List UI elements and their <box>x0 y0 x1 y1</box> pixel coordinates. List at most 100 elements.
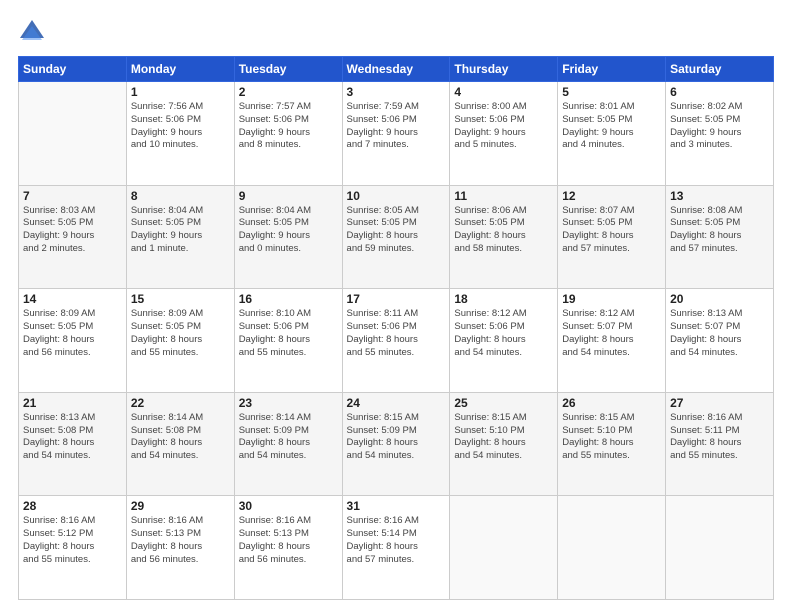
day-number: 19 <box>562 292 661 306</box>
day-info: Sunrise: 7:59 AM Sunset: 5:06 PM Dayligh… <box>347 101 446 152</box>
day-info: Sunrise: 7:56 AM Sunset: 5:06 PM Dayligh… <box>131 101 230 152</box>
calendar-cell: 21 Sunrise: 8:13 AM Sunset: 5:08 PM Dayli… <box>19 392 127 496</box>
day-number: 23 <box>239 396 338 410</box>
day-info: Sunrise: 8:02 AM Sunset: 5:05 PM Dayligh… <box>670 101 769 152</box>
day-number: 28 <box>23 499 122 513</box>
calendar-week-row: 1 Sunrise: 7:56 AM Sunset: 5:06 PM Daylig… <box>19 82 774 186</box>
calendar-cell: 22Sunrise: 8:14 AM Sunset: 5:08 PM Dayli… <box>126 392 234 496</box>
calendar-cell: 25Sunrise: 8:15 AM Sunset: 5:10 PM Dayli… <box>450 392 558 496</box>
day-number: 18 <box>454 292 553 306</box>
calendar-table: SundayMondayTuesdayWednesdayThursdayFrid… <box>18 56 774 600</box>
day-number: 24 <box>347 396 446 410</box>
day-info: Sunrise: 8:16 AM Sunset: 5:11 PM Dayligh… <box>670 412 769 463</box>
day-info: Sunrise: 8:09 AM Sunset: 5:05 PM Dayligh… <box>131 308 230 359</box>
header <box>18 18 774 46</box>
calendar-week-row: 21 Sunrise: 8:13 AM Sunset: 5:08 PM Dayli… <box>19 392 774 496</box>
day-number: 4 <box>454 85 553 99</box>
day-number: 12 <box>562 189 661 203</box>
calendar-cell: 23 Sunrise: 8:14 AM Sunset: 5:09 PM Dayli… <box>234 392 342 496</box>
day-info: Sunrise: 8:07 AM Sunset: 5:05 PM Dayligh… <box>562 205 661 256</box>
calendar-cell <box>450 496 558 600</box>
day-info: Sunrise: 8:14 AM Sunset: 5:08 PM Dayligh… <box>131 412 230 463</box>
calendar-header-sunday: Sunday <box>19 57 127 82</box>
calendar-cell: 31 Sunrise: 8:16 AM Sunset: 5:14 PM Dayli… <box>342 496 450 600</box>
day-info: Sunrise: 8:15 AM Sunset: 5:10 PM Dayligh… <box>454 412 553 463</box>
day-number: 2 <box>239 85 338 99</box>
calendar-cell <box>558 496 666 600</box>
day-info: Sunrise: 8:01 AM Sunset: 5:05 PM Dayligh… <box>562 101 661 152</box>
calendar-cell: 10 Sunrise: 8:05 AM Sunset: 5:05 PM Dayli… <box>342 185 450 289</box>
day-info: Sunrise: 8:16 AM Sunset: 5:14 PM Dayligh… <box>347 515 446 566</box>
day-number: 31 <box>347 499 446 513</box>
day-info: Sunrise: 8:16 AM Sunset: 5:12 PM Dayligh… <box>23 515 122 566</box>
calendar-header-tuesday: Tuesday <box>234 57 342 82</box>
calendar-cell: 27 Sunrise: 8:16 AM Sunset: 5:11 PM Dayli… <box>666 392 774 496</box>
page: SundayMondayTuesdayWednesdayThursdayFrid… <box>0 0 792 612</box>
day-info: Sunrise: 8:04 AM Sunset: 5:05 PM Dayligh… <box>239 205 338 256</box>
day-number: 6 <box>670 85 769 99</box>
day-number: 26 <box>562 396 661 410</box>
day-info: Sunrise: 8:03 AM Sunset: 5:05 PM Dayligh… <box>23 205 122 256</box>
day-number: 21 <box>23 396 122 410</box>
day-info: Sunrise: 8:00 AM Sunset: 5:06 PM Dayligh… <box>454 101 553 152</box>
calendar-cell: 11Sunrise: 8:06 AM Sunset: 5:05 PM Dayli… <box>450 185 558 289</box>
day-number: 5 <box>562 85 661 99</box>
day-info: Sunrise: 8:08 AM Sunset: 5:05 PM Dayligh… <box>670 205 769 256</box>
day-number: 1 <box>131 85 230 99</box>
day-info: Sunrise: 8:16 AM Sunset: 5:13 PM Dayligh… <box>131 515 230 566</box>
calendar-cell: 28 Sunrise: 8:16 AM Sunset: 5:12 PM Dayli… <box>19 496 127 600</box>
day-info: Sunrise: 8:11 AM Sunset: 5:06 PM Dayligh… <box>347 308 446 359</box>
day-number: 16 <box>239 292 338 306</box>
day-info: Sunrise: 8:13 AM Sunset: 5:07 PM Dayligh… <box>670 308 769 359</box>
day-info: Sunrise: 8:15 AM Sunset: 5:09 PM Dayligh… <box>347 412 446 463</box>
calendar-cell: 8 Sunrise: 8:04 AM Sunset: 5:05 PM Daylig… <box>126 185 234 289</box>
calendar-cell: 20 Sunrise: 8:13 AM Sunset: 5:07 PM Dayli… <box>666 289 774 393</box>
calendar-header-wednesday: Wednesday <box>342 57 450 82</box>
calendar-cell: 29Sunrise: 8:16 AM Sunset: 5:13 PM Dayli… <box>126 496 234 600</box>
day-info: Sunrise: 8:05 AM Sunset: 5:05 PM Dayligh… <box>347 205 446 256</box>
calendar-week-row: 28 Sunrise: 8:16 AM Sunset: 5:12 PM Dayli… <box>19 496 774 600</box>
day-info: Sunrise: 8:13 AM Sunset: 5:08 PM Dayligh… <box>23 412 122 463</box>
day-info: Sunrise: 8:09 AM Sunset: 5:05 PM Dayligh… <box>23 308 122 359</box>
calendar-week-row: 7 Sunrise: 8:03 AM Sunset: 5:05 PM Daylig… <box>19 185 774 289</box>
calendar-cell: 12 Sunrise: 8:07 AM Sunset: 5:05 PM Dayli… <box>558 185 666 289</box>
calendar-cell: 16 Sunrise: 8:10 AM Sunset: 5:06 PM Dayli… <box>234 289 342 393</box>
day-info: Sunrise: 8:06 AM Sunset: 5:05 PM Dayligh… <box>454 205 553 256</box>
day-number: 27 <box>670 396 769 410</box>
day-number: 9 <box>239 189 338 203</box>
calendar-cell: 14 Sunrise: 8:09 AM Sunset: 5:05 PM Dayli… <box>19 289 127 393</box>
calendar-cell: 19Sunrise: 8:12 AM Sunset: 5:07 PM Dayli… <box>558 289 666 393</box>
day-number: 3 <box>347 85 446 99</box>
calendar-cell: 2Sunrise: 7:57 AM Sunset: 5:06 PM Daylig… <box>234 82 342 186</box>
calendar-cell: 3 Sunrise: 7:59 AM Sunset: 5:06 PM Daylig… <box>342 82 450 186</box>
calendar-cell: 9 Sunrise: 8:04 AM Sunset: 5:05 PM Daylig… <box>234 185 342 289</box>
calendar-cell: 30 Sunrise: 8:16 AM Sunset: 5:13 PM Dayli… <box>234 496 342 600</box>
calendar-cell <box>666 496 774 600</box>
calendar-cell: 1 Sunrise: 7:56 AM Sunset: 5:06 PM Daylig… <box>126 82 234 186</box>
day-info: Sunrise: 8:10 AM Sunset: 5:06 PM Dayligh… <box>239 308 338 359</box>
calendar-cell: 17 Sunrise: 8:11 AM Sunset: 5:06 PM Dayli… <box>342 289 450 393</box>
day-info: Sunrise: 8:16 AM Sunset: 5:13 PM Dayligh… <box>239 515 338 566</box>
calendar-cell: 13 Sunrise: 8:08 AM Sunset: 5:05 PM Dayli… <box>666 185 774 289</box>
day-number: 7 <box>23 189 122 203</box>
day-number: 17 <box>347 292 446 306</box>
calendar-header-saturday: Saturday <box>666 57 774 82</box>
day-number: 8 <box>131 189 230 203</box>
day-number: 14 <box>23 292 122 306</box>
calendar-header-row: SundayMondayTuesdayWednesdayThursdayFrid… <box>19 57 774 82</box>
logo-icon <box>18 18 46 46</box>
calendar-cell: 5 Sunrise: 8:01 AM Sunset: 5:05 PM Daylig… <box>558 82 666 186</box>
day-number: 30 <box>239 499 338 513</box>
day-number: 13 <box>670 189 769 203</box>
calendar-cell: 7 Sunrise: 8:03 AM Sunset: 5:05 PM Daylig… <box>19 185 127 289</box>
day-info: Sunrise: 8:04 AM Sunset: 5:05 PM Dayligh… <box>131 205 230 256</box>
calendar-header-thursday: Thursday <box>450 57 558 82</box>
day-number: 20 <box>670 292 769 306</box>
calendar-cell: 26Sunrise: 8:15 AM Sunset: 5:10 PM Dayli… <box>558 392 666 496</box>
day-number: 15 <box>131 292 230 306</box>
calendar-cell: 15 Sunrise: 8:09 AM Sunset: 5:05 PM Dayli… <box>126 289 234 393</box>
calendar-cell: 18 Sunrise: 8:12 AM Sunset: 5:06 PM Dayli… <box>450 289 558 393</box>
day-info: Sunrise: 8:12 AM Sunset: 5:06 PM Dayligh… <box>454 308 553 359</box>
day-number: 10 <box>347 189 446 203</box>
day-info: Sunrise: 8:14 AM Sunset: 5:09 PM Dayligh… <box>239 412 338 463</box>
